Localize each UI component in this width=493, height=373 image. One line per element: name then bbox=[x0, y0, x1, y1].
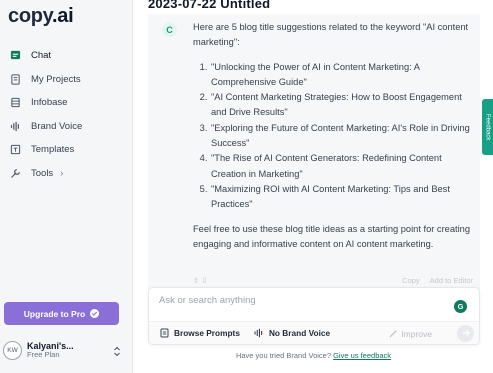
sidebar-item-label: Infobase bbox=[31, 97, 68, 109]
sidebar-item-label: Brand Voice bbox=[31, 120, 83, 132]
chevron-right-icon: › bbox=[60, 168, 64, 179]
feedback-footer: Have you tried Brand Voice? Give us feed… bbox=[134, 351, 493, 360]
check-badge-icon bbox=[90, 309, 100, 318]
brand-voice-label: No Brand Voice bbox=[268, 328, 331, 338]
sidebar-item-label: Tools bbox=[31, 167, 54, 179]
list-item: "Maximizing ROI with AI Content Marketin… bbox=[210, 182, 473, 213]
user-plan: Free Plan bbox=[27, 349, 60, 359]
avatar: KW bbox=[3, 340, 22, 360]
add-to-editor-button[interactable]: Add to Editor bbox=[430, 276, 473, 285]
magic-wand-icon bbox=[389, 330, 397, 338]
sidebar-item-templates[interactable]: Templates bbox=[0, 138, 133, 162]
sidebar-item-infobase[interactable]: Infobase bbox=[0, 91, 133, 115]
wrench-icon bbox=[9, 167, 21, 179]
copy-button[interactable]: Copy bbox=[402, 276, 420, 285]
list-item: "The Rise of AI Content Generators: Rede… bbox=[210, 151, 473, 182]
sidebar-item-chat[interactable]: Chat bbox=[0, 44, 133, 68]
logo-suffix: .ai bbox=[52, 5, 74, 27]
message-actions: ⇧ ⇩ Copy Add to Editor bbox=[193, 276, 473, 285]
send-button[interactable] bbox=[457, 325, 474, 342]
browse-prompts-label: Browse Prompts bbox=[174, 328, 240, 338]
upgrade-label: Upgrade to Pro bbox=[23, 308, 86, 319]
improve-label: Improve bbox=[401, 329, 432, 339]
feedback-side-tab[interactable]: Feedback bbox=[482, 99, 493, 155]
improve-button[interactable]: Improve bbox=[389, 329, 432, 339]
assistant-avatar: C bbox=[162, 22, 177, 37]
title-suggestions-list: "Unlocking the Power of AI in Content Ma… bbox=[193, 60, 473, 213]
footer-text: Have you tried Brand Voice? bbox=[235, 351, 331, 360]
sidebar-item-tools[interactable]: Tools › bbox=[0, 162, 133, 186]
sidebar: copy.ai Chat My Projects Infobase Brand … bbox=[0, 0, 133, 373]
user-info: Kalyani's... Free Plan bbox=[27, 341, 74, 360]
list-item: "Exploring the Future of Content Marketi… bbox=[210, 121, 473, 152]
sidebar-item-label: Chat bbox=[31, 50, 52, 62]
upgrade-to-pro-button[interactable]: Upgrade to Pro bbox=[4, 302, 119, 325]
main-panel: 2023-07-22 Untitled C Here are 5 blog ti… bbox=[134, 0, 493, 373]
brand-voice-selector[interactable]: No Brand Voice bbox=[254, 328, 330, 338]
chat-composer: Ask or search anything G Browse Prompts … bbox=[148, 287, 480, 345]
give-feedback-link[interactable]: Give us feedback bbox=[333, 351, 391, 360]
voice-bars-icon bbox=[9, 120, 21, 132]
logo-text: copy bbox=[8, 5, 52, 27]
thumbs-icon[interactable]: ⇧ ⇩ bbox=[193, 276, 208, 285]
message-outro: Feel free to use these blog title ideas … bbox=[193, 223, 471, 249]
sidebar-item-label: My Projects bbox=[31, 73, 81, 85]
list-item: "AI Content Marketing Strategies: How to… bbox=[210, 90, 473, 121]
voice-bars-icon bbox=[254, 328, 264, 338]
sidebar-item-label: Templates bbox=[31, 144, 75, 156]
document-title[interactable]: 2023-07-22 Untitled bbox=[148, 0, 270, 11]
list-item: "Unlocking the Power of AI in Content Ma… bbox=[210, 60, 473, 91]
message-intro: Here are 5 blog title suggestions relate… bbox=[193, 22, 469, 48]
grammarly-badge-icon[interactable]: G bbox=[454, 300, 467, 313]
chat-message: C Here are 5 blog title suggestions rela… bbox=[148, 14, 480, 291]
template-icon bbox=[9, 144, 21, 156]
expand-collapse-icon[interactable] bbox=[113, 344, 121, 362]
sidebar-item-my-projects[interactable]: My Projects bbox=[0, 68, 133, 92]
copyai-logo[interactable]: copy.ai bbox=[8, 5, 74, 28]
document-icon bbox=[160, 328, 169, 338]
chat-input[interactable]: Ask or search anything bbox=[159, 295, 256, 306]
sidebar-item-brand-voice[interactable]: Brand Voice bbox=[0, 115, 133, 139]
browse-prompts-button[interactable]: Browse Prompts bbox=[160, 328, 240, 338]
projects-icon bbox=[9, 73, 21, 85]
chat-icon bbox=[9, 50, 21, 62]
composer-toolbar: Browse Prompts No Brand Voice Improve bbox=[149, 321, 479, 344]
message-body: Here are 5 blog title suggestions relate… bbox=[193, 20, 473, 252]
sidebar-nav: Chat My Projects Infobase Brand Voice Te… bbox=[0, 44, 133, 185]
user-account-menu[interactable]: KW Kalyani's... Free Plan bbox=[3, 338, 128, 362]
database-icon bbox=[9, 97, 21, 109]
send-arrow-icon bbox=[462, 329, 470, 339]
